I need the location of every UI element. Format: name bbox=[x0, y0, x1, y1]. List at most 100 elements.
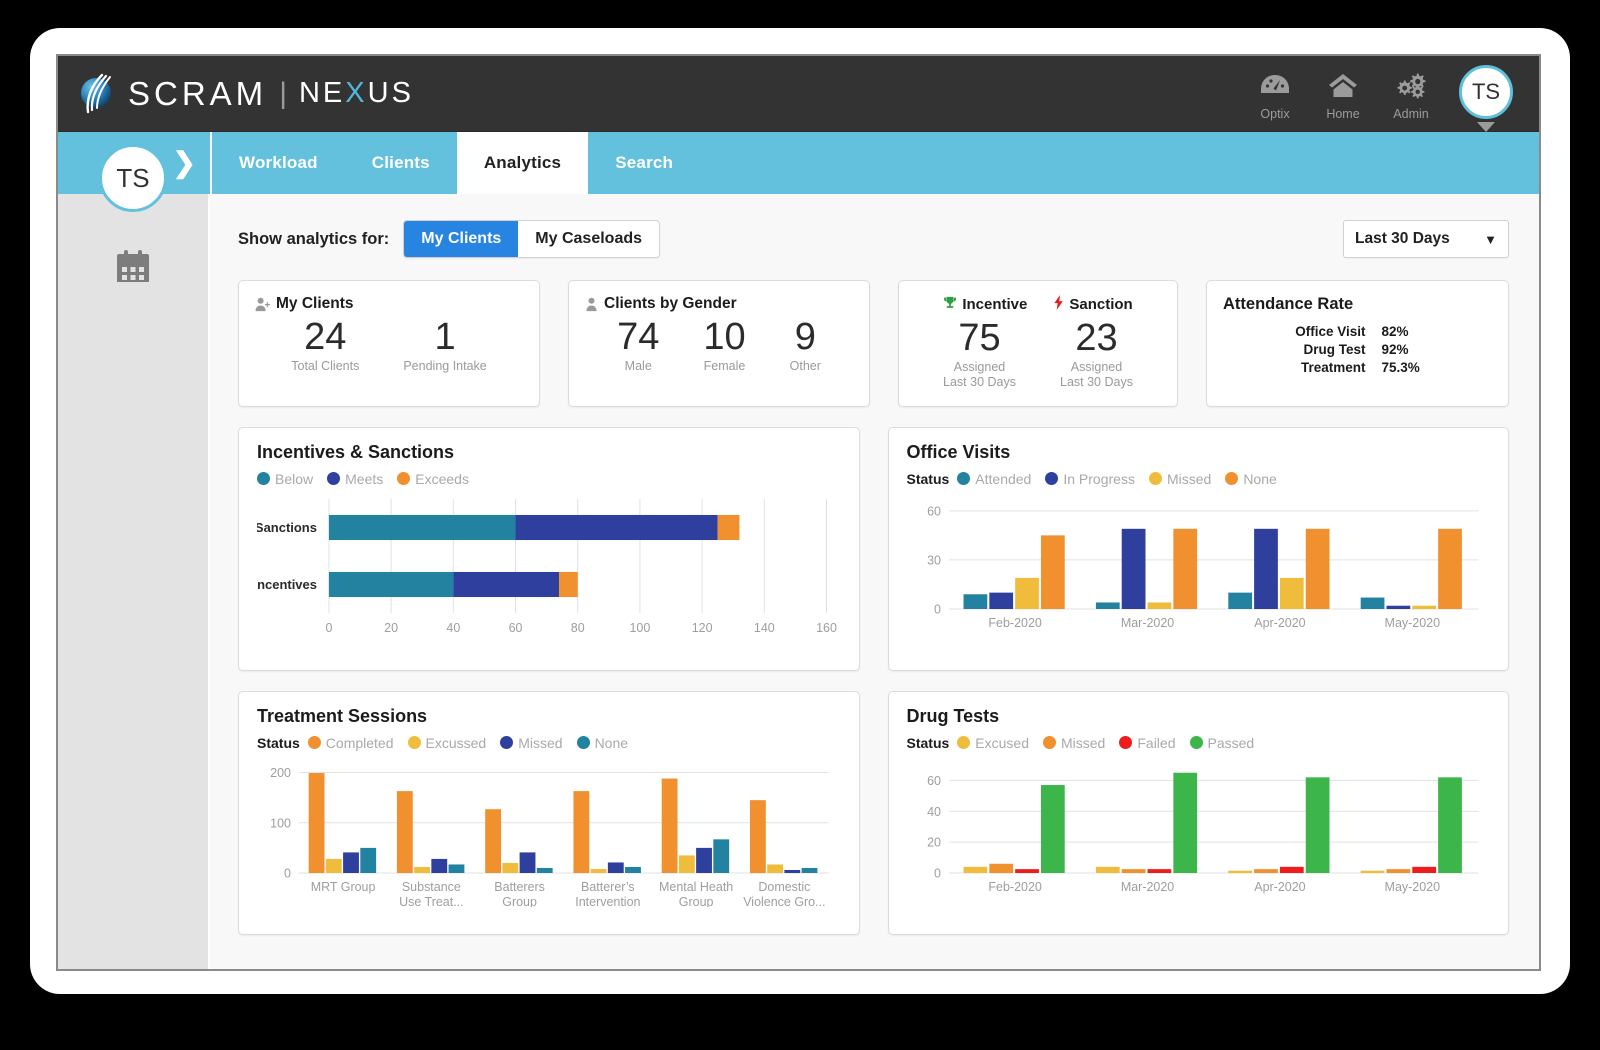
legend-item[interactable]: Excussed bbox=[407, 735, 486, 751]
svg-text:Use Treat...: Use Treat... bbox=[399, 895, 464, 907]
kpi-label: Female bbox=[703, 359, 746, 374]
chart-plot-incentives-sanctions: 0 20 40 60 80 100 120 140 160 Sanctions Incentives bbox=[257, 493, 841, 643]
segment-my-caseloads[interactable]: My Caseloads bbox=[518, 221, 660, 257]
legend-color-dot bbox=[407, 736, 421, 750]
sidebar-item-calendar[interactable] bbox=[58, 246, 208, 291]
legend-item[interactable]: In Progress bbox=[1045, 471, 1135, 487]
card-title-text: Clients by Gender bbox=[604, 295, 737, 312]
svg-text:120: 120 bbox=[692, 621, 713, 635]
chart-plot-treatment-sessions: 0 100 200 MRT Group Substance Use Treat... Bat… bbox=[257, 757, 841, 907]
lightning-icon bbox=[1053, 295, 1064, 314]
chart-svg: 0 20 40 60 Feb-2020 Mar-2020 Apr-2020 May-2020 bbox=[927, 772, 1479, 894]
svg-text:60: 60 bbox=[927, 774, 941, 788]
legend-item[interactable]: Missed bbox=[1148, 470, 1212, 487]
tab-search[interactable]: Search bbox=[588, 132, 700, 194]
card-title: Incentive Sanction bbox=[915, 295, 1161, 314]
svg-text:Batterer’s: Batterer’s bbox=[581, 880, 635, 894]
svg-text:Group: Group bbox=[679, 895, 714, 907]
chart-card-office-visits: Office Visits Status Attended In Progress M… bbox=[887, 426, 1509, 671]
svg-text:Violence Gro...: Violence Gro... bbox=[743, 895, 825, 907]
analytics-scope-toggle: My Clients My Caseloads bbox=[403, 220, 661, 258]
header-action-optix[interactable]: Optix bbox=[1241, 72, 1309, 123]
header-action-admin[interactable]: Admin bbox=[1377, 72, 1445, 123]
legend-item[interactable]: Passed bbox=[1189, 735, 1254, 751]
card-title: Clients by Gender bbox=[585, 295, 853, 313]
trophy-icon bbox=[943, 296, 957, 314]
kpi-value: 75 bbox=[958, 317, 1001, 359]
sidebar-avatar[interactable]: TS bbox=[99, 144, 167, 212]
legend-item[interactable]: Completed bbox=[307, 735, 394, 751]
kpi-value: 9 bbox=[794, 316, 816, 358]
legend-color-dot bbox=[500, 736, 514, 750]
incentive-title-text: Incentive bbox=[962, 296, 1028, 313]
brand-name-scram: SCRAM bbox=[128, 74, 268, 112]
legend-item[interactable]: None bbox=[576, 735, 628, 751]
svg-text:200: 200 bbox=[270, 766, 291, 780]
svg-text:Mar-2020: Mar-2020 bbox=[1120, 616, 1173, 630]
svg-text:160: 160 bbox=[816, 621, 837, 635]
kpi-total-clients: 24 Total Clients bbox=[269, 316, 381, 374]
legend-label: Missed bbox=[518, 734, 563, 751]
legend-item[interactable]: Failed bbox=[1119, 735, 1176, 751]
svg-text:30: 30 bbox=[927, 553, 941, 567]
svg-text:40: 40 bbox=[927, 805, 941, 819]
legend-label: In Progress bbox=[1063, 470, 1135, 487]
legend-item[interactable]: Exceeds bbox=[397, 471, 469, 487]
legend-prefix: Status bbox=[257, 734, 300, 751]
home-icon bbox=[1309, 72, 1377, 102]
segment-my-clients[interactable]: My Clients bbox=[404, 221, 519, 257]
chart-row-1: Incentives & Sanctions Below Meets Exceeds… bbox=[238, 426, 1509, 671]
attendance-value: 92% bbox=[1381, 341, 1409, 357]
kpi-male: 74 Male bbox=[595, 316, 681, 373]
kpi-label-line2: Last 30 Days bbox=[943, 375, 1016, 390]
svg-text:140: 140 bbox=[754, 621, 775, 635]
card-clients-by-gender: Clients by Gender 74 Male 10 Female 9 Ot… bbox=[568, 280, 870, 407]
chart-row-2: Treatment Sessions Status Completed Excuss… bbox=[238, 690, 1509, 935]
legend-prefix: Status bbox=[906, 470, 950, 487]
card-title-text: Attendance Rate bbox=[1223, 295, 1354, 313]
kpi-sanction-assigned: 23 Assigned Last 30 Days bbox=[1038, 317, 1155, 390]
user-avatar-menu[interactable]: TS bbox=[1459, 64, 1513, 132]
show-analytics-label: Show analytics for: bbox=[238, 229, 390, 248]
svg-text:100: 100 bbox=[270, 816, 291, 830]
legend-item[interactable]: Meets bbox=[327, 471, 383, 487]
table-row: Drug Test 92% bbox=[1295, 340, 1420, 358]
kpi-female: 10 Female bbox=[681, 316, 767, 374]
kpi-value: 24 bbox=[304, 316, 347, 358]
legend-color-dot bbox=[1148, 472, 1162, 486]
chart-svg: 0 100 200 MRT Group SubstanceUse Treat... Bat… bbox=[270, 766, 829, 907]
legend-item[interactable]: Attended bbox=[957, 471, 1031, 487]
chart-svg: 0 30 60 Feb-2020 Mar-2020 Apr-2020 May-2020 bbox=[927, 504, 1479, 630]
legend-prefix: Status bbox=[906, 734, 950, 751]
legend-label: Missed bbox=[1166, 470, 1212, 487]
kpi-label: Total Clients bbox=[291, 359, 360, 374]
legend-color-dot bbox=[957, 472, 971, 486]
legend-item[interactable]: Below bbox=[257, 471, 313, 487]
svg-text:20: 20 bbox=[384, 621, 398, 635]
chart-svg: 0 20 40 60 80 100 120 140 160 Sanctions Incentives bbox=[257, 498, 837, 635]
legend-item[interactable]: Excused bbox=[957, 735, 1029, 751]
svg-text:0: 0 bbox=[284, 866, 291, 880]
primary-nav-bar: ❯ Workload Clients Analytics Search bbox=[58, 132, 1539, 194]
avatar: TS bbox=[1459, 64, 1513, 119]
legend-item[interactable]: Missed bbox=[500, 734, 563, 751]
date-range-select[interactable]: Last 30 Days ▼ bbox=[1343, 220, 1509, 258]
legend-item[interactable]: None bbox=[1225, 471, 1277, 487]
svg-text:20: 20 bbox=[927, 835, 941, 849]
chart-card-treatment-sessions: Treatment Sessions Status Completed Excuss… bbox=[238, 690, 860, 935]
card-title: My Clients bbox=[255, 295, 523, 313]
analytics-controls: Show analytics for: My Clients My Caselo… bbox=[238, 220, 1509, 258]
attendance-key: Treatment bbox=[1300, 359, 1366, 375]
scram-logo-icon bbox=[76, 72, 118, 116]
kpi-value: 74 bbox=[617, 316, 660, 358]
tab-clients[interactable]: Clients bbox=[345, 132, 457, 194]
user-icon bbox=[585, 297, 598, 312]
brand-logo-area[interactable]: SCRAM | NEXUS bbox=[76, 72, 414, 116]
tab-analytics[interactable]: Analytics bbox=[456, 132, 589, 194]
tab-workload[interactable]: Workload bbox=[212, 132, 345, 194]
svg-text:60: 60 bbox=[509, 621, 523, 635]
kpi-stats: 75 Assigned Last 30 Days 23 Assigned Las… bbox=[915, 317, 1161, 390]
legend-item[interactable]: Missed bbox=[1043, 735, 1105, 751]
legend-label: Excused bbox=[975, 734, 1029, 751]
header-action-home[interactable]: Home bbox=[1309, 72, 1377, 123]
